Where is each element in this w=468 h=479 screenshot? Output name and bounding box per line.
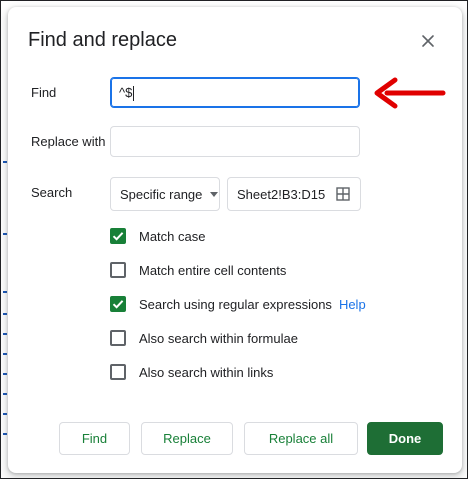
annotation-arrow-icon xyxy=(374,77,446,109)
option-within-formulae[interactable]: Also search within formulae xyxy=(110,330,298,346)
screenshot-frame: Find and replace Find ^$ Replace with Se… xyxy=(0,0,468,479)
find-input[interactable]: ^$ xyxy=(110,77,360,108)
help-link[interactable]: Help xyxy=(339,297,366,312)
match-entire-cell-checkbox[interactable] xyxy=(110,262,126,278)
within-formulae-label: Also search within formulae xyxy=(139,330,298,346)
option-regex[interactable]: Search using regular expressions Help xyxy=(110,296,366,312)
search-label: Search xyxy=(31,185,73,200)
done-button[interactable]: Done xyxy=(367,422,443,455)
search-scope-value: Specific range xyxy=(120,186,203,202)
replace-label: Replace with xyxy=(31,134,106,149)
range-input[interactable]: Sheet2!B3:D15 xyxy=(227,177,361,211)
check-icon xyxy=(112,232,124,241)
range-input-value: Sheet2!B3:D15 xyxy=(237,186,326,202)
regex-label: Search using regular expressions xyxy=(139,296,332,312)
replace-input[interactable] xyxy=(110,126,360,157)
within-links-label: Also search within links xyxy=(139,364,274,380)
grid-icon[interactable] xyxy=(336,187,350,201)
find-input-value: ^$ xyxy=(119,85,133,100)
check-icon xyxy=(112,300,124,309)
option-within-links[interactable]: Also search within links xyxy=(110,364,273,380)
dialog-title: Find and replace xyxy=(28,29,177,51)
option-match-case[interactable]: Match case xyxy=(110,228,205,244)
find-button[interactable]: Find xyxy=(59,422,130,455)
replace-button[interactable]: Replace xyxy=(141,422,233,455)
chevron-down-icon xyxy=(210,191,219,197)
search-scope-dropdown[interactable]: Specific range xyxy=(110,177,220,211)
within-formulae-checkbox[interactable] xyxy=(110,330,126,346)
find-label: Find xyxy=(31,85,57,100)
replace-all-button[interactable]: Replace all xyxy=(244,422,358,455)
close-icon[interactable] xyxy=(416,29,440,53)
within-links-checkbox[interactable] xyxy=(110,364,126,380)
match-case-label: Match case xyxy=(139,228,206,244)
match-entire-cell-label: Match entire cell contents xyxy=(139,262,287,278)
regex-checkbox[interactable] xyxy=(110,296,126,312)
option-match-entire-cell[interactable]: Match entire cell contents xyxy=(110,262,286,278)
match-case-checkbox[interactable] xyxy=(110,228,126,244)
